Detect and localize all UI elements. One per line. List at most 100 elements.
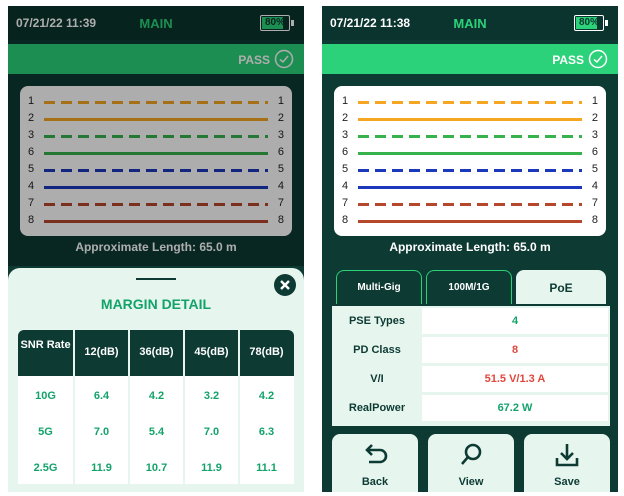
wire-line [358, 169, 582, 172]
tester-screen-margin-detail: 07/21/22 11:39 MAIN 80% PASS 11223366554… [8, 6, 304, 492]
poe-table-row: PSE Types 4 [332, 306, 610, 334]
margin-table-body: 10G 6.4 4.2 3.2 4.2 5G 7.0 5.4 7.0 6.3 2.5G 11.9 10.… [18, 376, 294, 484]
pin-left-label: 5 [342, 163, 349, 175]
pin-left-label: 2 [342, 112, 349, 124]
wire-pair-row: 22 [334, 111, 606, 127]
poe-row-label: RealPower [334, 395, 420, 421]
wire-line [358, 203, 582, 206]
view-label: View [458, 476, 484, 488]
margin-value-cell: 11.1 [256, 462, 277, 474]
poe-row-value: 67.2 W [422, 395, 608, 421]
pin-right-label: 3 [591, 129, 598, 141]
battery-text: 80% [578, 17, 599, 28]
save-button[interactable]: Save [524, 434, 610, 492]
poe-row-value: 8 [422, 337, 608, 363]
margin-column-divider [128, 330, 130, 484]
wire-pair-row: 33 [334, 128, 606, 144]
pin-left-label: 6 [342, 146, 349, 158]
save-label: Save [554, 476, 580, 488]
margin-table: SNR Rate 12(dB) 36(dB) 45(dB) 78(dB) 10G 6.4 4… [18, 330, 294, 484]
margin-value-cell: 4.2 [258, 390, 275, 402]
tab-poe[interactable]: PoE [516, 270, 606, 304]
margin-value-cell: 6.3 [258, 426, 275, 438]
margin-value-cell: 10.7 [145, 462, 168, 474]
poe-row-label: PSE Types [334, 308, 420, 334]
pin-left-label: 3 [342, 129, 349, 141]
wire-pair-row: 88 [334, 213, 606, 229]
pin-left-label: 4 [342, 180, 349, 192]
margin-value-cell: 5.4 [148, 426, 165, 438]
poe-row-label: PD Class [334, 337, 420, 363]
wire-pair-row: 77 [334, 196, 606, 212]
wire-pair-row: 66 [334, 145, 606, 161]
pin-right-label: 6 [591, 146, 598, 158]
status-bar: 07/21/22 11:38 MAIN 80% [322, 6, 618, 40]
margin-value-cell: 7.0 [203, 426, 220, 438]
action-bar: Back View Save [332, 434, 610, 492]
back-button[interactable]: Back [332, 434, 418, 492]
back-arrow-icon [365, 444, 388, 464]
close-icon[interactable] [274, 274, 296, 296]
result-tabs: Multi-Gig 100M/1G PoE [332, 266, 610, 306]
margin-rate-cell: 2.5G [33, 462, 58, 474]
margin-rate-cell: 5G [38, 426, 53, 438]
margin-column-divider [73, 330, 75, 484]
poe-table-row: PD Class 8 [332, 335, 610, 363]
pass-banner: PASS [322, 44, 618, 74]
battery-icon: 80% [574, 15, 608, 31]
poe-row-value: 51.5 V/1.3 A [422, 366, 608, 392]
pin-right-label: 2 [591, 112, 598, 124]
margin-header-cell: SNR Rate [20, 339, 71, 351]
sheet-grabber[interactable] [136, 278, 176, 280]
tab-multi-gig[interactable]: Multi-Gig [336, 270, 422, 304]
tab-100m-1g[interactable]: 100M/1G [426, 270, 512, 304]
modal-backdrop[interactable] [8, 6, 304, 266]
margin-value-cell: 11.9 [91, 462, 112, 474]
pin-left-label: 1 [342, 95, 349, 107]
check-circle-icon [588, 49, 608, 69]
margin-value-cell: 3.2 [203, 390, 220, 402]
download-icon [555, 444, 579, 467]
margin-column-divider [183, 330, 185, 484]
view-button[interactable]: View [428, 434, 514, 492]
margin-rate-cell: 10G [35, 390, 56, 402]
pin-right-label: 5 [591, 163, 598, 175]
margin-detail-sheet: MARGIN DETAIL SNR Rate 12(dB) 36(dB) 45(dB)… [8, 268, 304, 492]
wire-line [358, 220, 582, 223]
margin-table-header: SNR Rate 12(dB) 36(dB) 45(dB) 78(dB) [18, 330, 294, 376]
wire-line [358, 186, 582, 189]
margin-value-cell: 4.2 [148, 390, 165, 402]
poe-table: PSE Types 4 PD Class 8 V/I 51.5 V/1.3 A RealPo… [332, 306, 610, 426]
back-label: Back [361, 476, 389, 488]
pin-right-label: 8 [591, 214, 598, 226]
margin-value-cell: 11.9 [201, 462, 222, 474]
wire-line [358, 152, 582, 155]
magnifier-icon [461, 443, 482, 465]
pin-right-label: 4 [591, 180, 598, 192]
wire-line [358, 101, 582, 104]
wire-pair-row: 11 [334, 94, 606, 110]
poe-table-row: RealPower 67.2 W [332, 393, 610, 421]
wire-line [358, 135, 582, 138]
wire-line [358, 118, 582, 121]
margin-header-cell: 78(dB) [249, 346, 284, 358]
pin-left-label: 8 [342, 214, 349, 226]
pin-right-label: 1 [591, 95, 598, 107]
margin-header-cell: 12(dB) [84, 346, 119, 358]
approximate-length: Approximate Length: 65.0 m [389, 240, 551, 254]
margin-column-divider [238, 330, 240, 484]
pin-left-label: 7 [342, 197, 349, 209]
wire-pair-row: 55 [334, 162, 606, 178]
margin-value-cell: 7.0 [93, 426, 110, 438]
wiremap-panel: 1122336655447788 [334, 86, 606, 236]
poe-row-value: 4 [422, 308, 608, 334]
pin-right-label: 7 [591, 197, 598, 209]
margin-value-cell: 6.4 [93, 390, 110, 402]
tester-screen-poe: 07/21/22 11:38 MAIN 80% PASS 11223366554… [322, 6, 618, 492]
margin-header-cell: 36(dB) [139, 346, 174, 358]
pass-label: PASS [552, 53, 584, 67]
poe-table-row: V/I 51.5 V/1.3 A [332, 364, 610, 392]
poe-row-label: V/I [334, 366, 420, 392]
wire-pair-row: 44 [334, 179, 606, 195]
margin-header-cell: 45(dB) [194, 346, 229, 358]
